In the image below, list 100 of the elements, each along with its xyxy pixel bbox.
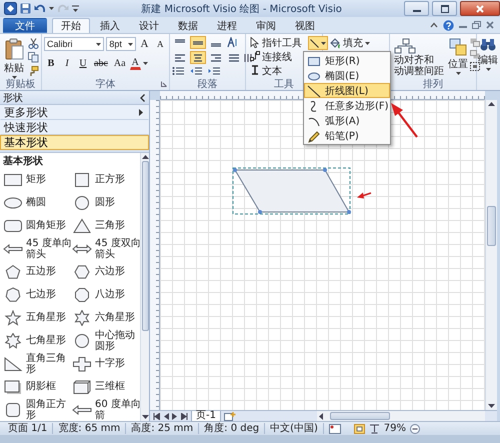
font-field[interactable]: Calibri [44, 37, 104, 51]
position-button[interactable]: 位置 [447, 36, 469, 78]
collapse-ribbon-icon[interactable] [430, 22, 438, 28]
last-page-icon[interactable] [181, 412, 188, 420]
shape-name[interactable]: 正方形 [95, 174, 125, 185]
connector-button[interactable]: 连接线 [248, 50, 304, 63]
shape-name[interactable]: 中心拖动圆形 [95, 330, 141, 352]
ribbon-tab[interactable]: 文件 [3, 18, 47, 33]
scroll-left-icon[interactable] [319, 412, 323, 420]
align-button[interactable] [190, 36, 206, 49]
format-button[interactable]: I [60, 56, 74, 70]
rounded-square-icon[interactable] [3, 402, 23, 418]
format-button[interactable]: Aa [112, 56, 128, 70]
star-icon[interactable] [3, 332, 23, 348]
zoom-out-icon[interactable] [410, 424, 420, 434]
font-color-button[interactable]: A [130, 56, 141, 70]
close-button[interactable] [460, 1, 500, 16]
shape-name[interactable]: 直角三角形 [26, 352, 72, 374]
shape-name[interactable]: 五边形 [26, 266, 56, 277]
star-icon[interactable] [3, 310, 23, 326]
insert-page-icon[interactable] [224, 412, 236, 420]
scroll-up-icon[interactable] [488, 102, 495, 106]
scrollbar-thumb[interactable] [487, 206, 496, 246]
save-icon[interactable] [20, 3, 31, 14]
format-button[interactable]: abc [92, 56, 110, 70]
rounded-rectangle-icon[interactable] [3, 218, 23, 234]
align-button[interactable] [190, 51, 206, 64]
circle-icon[interactable] [72, 332, 92, 348]
menu-item[interactable]: 任意多边形(F) [304, 98, 390, 113]
bullets-icon[interactable] [172, 66, 184, 76]
caret-icon[interactable] [49, 7, 54, 10]
next-page-icon[interactable] [172, 412, 178, 420]
maximize-button[interactable] [432, 1, 457, 16]
fill-button[interactable]: 填充 [327, 36, 372, 50]
editing-button[interactable]: 编辑 [477, 36, 499, 78]
increase-indent-icon[interactable] [208, 66, 220, 76]
square-icon[interactable] [72, 172, 92, 188]
send-backward-icon[interactable] [470, 50, 480, 59]
normal-view-icon[interactable] [354, 424, 365, 434]
parallelogram-shape[interactable] [232, 168, 351, 214]
bring-forward-icon[interactable] [470, 38, 480, 47]
shape-name[interactable]: 五角星形 [26, 312, 66, 323]
first-page-icon[interactable] [153, 412, 160, 420]
scrollbar-thumb[interactable] [330, 412, 390, 420]
shape-name[interactable]: 七角星形 [26, 335, 66, 346]
shape-name[interactable]: 三维框 [95, 381, 125, 392]
paste-button[interactable]: 粘贴 [2, 36, 26, 78]
format-button[interactable]: U [76, 56, 90, 70]
shape-name[interactable]: 椭圆 [26, 197, 46, 208]
caret-icon[interactable] [142, 62, 148, 64]
shape-name[interactable]: 阴影框 [26, 381, 56, 392]
triangle-icon[interactable] [72, 218, 92, 234]
text-direction-icon[interactable] [226, 37, 238, 48]
cross-icon[interactable] [72, 356, 92, 372]
star-icon[interactable] [72, 310, 92, 326]
shape-name[interactable]: 矩形 [26, 174, 46, 185]
shape-name[interactable]: 圆形 [95, 197, 115, 208]
ribbon-tab[interactable]: 设计 [130, 18, 168, 33]
format-painter-icon[interactable] [28, 66, 39, 77]
font-size-button[interactable]: A [138, 37, 152, 51]
restore-icon[interactable] [472, 21, 481, 29]
box-icon[interactable] [72, 378, 92, 394]
format-button[interactable]: B [44, 56, 58, 70]
scissors-icon[interactable] [28, 38, 39, 49]
group-icon[interactable] [470, 62, 480, 71]
auto-align-button[interactable]: 动对齐和 动调整间距 [392, 36, 446, 78]
macro-record-icon[interactable] [328, 424, 341, 434]
panel-section[interactable]: 更多形状 [0, 105, 149, 120]
menu-item[interactable]: 椭圆(E) [304, 68, 390, 83]
ribbon-tab[interactable]: 审阅 [247, 18, 285, 33]
scroll-down-icon[interactable] [488, 404, 495, 408]
copy-icon[interactable] [28, 52, 39, 63]
ribbon-tab[interactable]: 视图 [286, 18, 324, 33]
shape-name[interactable]: 十字形 [95, 358, 125, 369]
octagon-icon[interactable] [72, 286, 92, 302]
pointer-tool-button[interactable]: 指针工具 [248, 36, 304, 49]
scroll-down-icon[interactable] [142, 415, 148, 419]
help-icon[interactable] [443, 20, 454, 30]
scrollbar-thumb[interactable] [142, 161, 148, 331]
scroll-up-icon[interactable] [142, 155, 148, 159]
shape-name[interactable]: 45 度双向箭头 [95, 238, 141, 260]
ribbon-tab[interactable]: 数据 [169, 18, 207, 33]
menu-item[interactable]: 矩形(R) [304, 53, 390, 68]
columns-icon[interactable] [244, 52, 253, 62]
page-tab[interactable]: 页-1 [191, 410, 221, 422]
shape-name[interactable]: 45 度单向箭头 [26, 238, 72, 260]
text-tool-button[interactable]: 文本 [248, 64, 304, 77]
shape-name[interactable]: 60 度单向箭 [95, 398, 141, 420]
shadow-box-icon[interactable] [3, 378, 23, 394]
hexagon-icon[interactable] [72, 264, 92, 280]
shape-name[interactable]: 三角形 [95, 220, 125, 231]
menu-item[interactable]: 折线图(L) [304, 83, 390, 98]
decrease-indent-icon[interactable] [190, 66, 202, 76]
pentagon-icon[interactable] [3, 264, 23, 280]
launcher-icon[interactable] [161, 81, 167, 87]
ribbon-tab[interactable]: 插入 [91, 18, 129, 33]
font-size-field[interactable]: 8pt [106, 37, 136, 51]
customize-icon[interactable] [72, 4, 79, 12]
shape-name[interactable]: 六角星形 [95, 312, 135, 323]
minimize-button[interactable] [404, 1, 429, 16]
